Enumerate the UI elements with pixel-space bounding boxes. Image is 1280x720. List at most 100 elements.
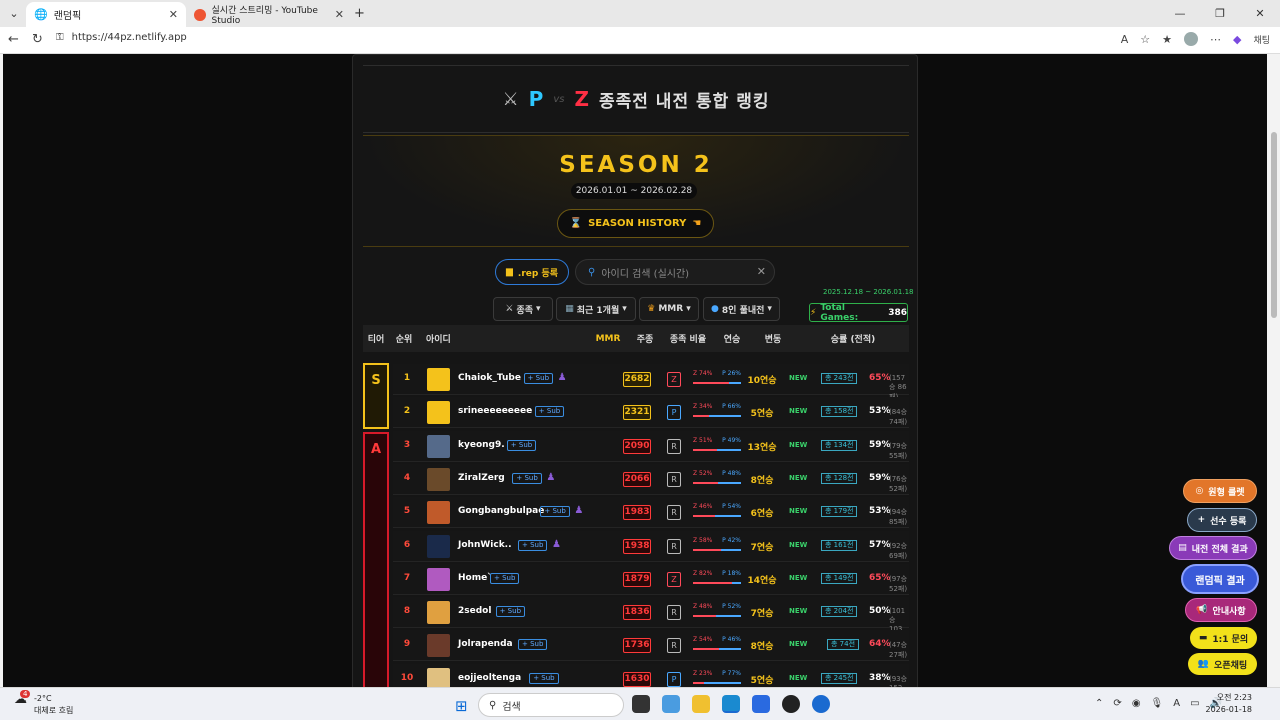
sub-badge[interactable]: + Sub [495, 606, 526, 618]
tab-youtube-studio[interactable]: 실시간 스트리밍 - YouTube Studio ✕ [186, 2, 352, 27]
filter-race[interactable]: ⚔ 종족 ▾ [493, 297, 553, 321]
player-name[interactable]: srineeeeeeeee [458, 406, 532, 416]
clock[interactable]: 오전 2:23 2026-01-18 [1206, 692, 1253, 716]
clear-search-icon[interactable]: ✕ [757, 265, 766, 278]
race-ratio: Z 54% P 46% [693, 636, 741, 651]
table-row[interactable]: 10 eojjeoltenga + Sub 1630 P Z 23% P 77% 5연승 NEW… [393, 663, 909, 687]
copilot-app-icon[interactable] [662, 695, 680, 713]
chevron-up-icon[interactable]: ⌃ [1095, 698, 1103, 709]
table-row[interactable]: 6 JohnWick.. + Sub ♟ 1938 R Z 58% P 42% 7연승 NEW 총 … [393, 530, 909, 562]
table-row[interactable]: 3 kyeong9. + Sub 2090 R Z 51% P 49% 13연승 NEW 총 13… [393, 430, 909, 462]
filter-mode[interactable]: ● 8인 풀내전 ▾ [703, 297, 780, 321]
filter-period[interactable]: ▦ 최근 1개월 ▾ [556, 297, 636, 321]
back-arrow-icon[interactable]: ← [8, 32, 19, 47]
player-name[interactable]: kyeong9. [458, 440, 505, 450]
page-scrollbar[interactable] [1267, 54, 1280, 687]
close-icon[interactable]: ✕ [335, 8, 344, 21]
windows-start-icon[interactable]: ⊞ [455, 697, 468, 715]
race-ratio: Z 46% P 54% [693, 503, 741, 518]
th-mmr[interactable]: MMR [593, 334, 623, 344]
close-window-icon[interactable]: ✕ [1240, 0, 1280, 27]
tray-app-icon[interactable]: ◉ [1132, 698, 1141, 709]
mmr-value: 1938 [623, 538, 651, 554]
sub-badge[interactable]: + Sub [540, 506, 570, 518]
sub-badge[interactable]: + Sub [518, 639, 548, 651]
player-name[interactable]: Jolrapenda [458, 639, 513, 649]
file-explorer-icon[interactable] [692, 695, 710, 713]
table-row[interactable]: 8 2sedol + Sub 1836 R Z 48% P 52% 7연승 NEW 총 204전 5… [393, 597, 909, 642]
race-ratio: Z 52% P 48% [693, 470, 741, 484]
minimize-icon[interactable]: — [1160, 0, 1200, 27]
sub-badge[interactable]: + Sub [529, 672, 559, 684]
rep-register-button[interactable]: ▆ .rep 등록 [495, 259, 569, 285]
target-icon: ◎ [1195, 486, 1204, 496]
store-icon[interactable] [752, 695, 770, 713]
table-row[interactable]: 1 Chaiok_Tube + Sub ♟ 2682 Z Z 74% P 26% 10연승 NEW… [393, 364, 909, 401]
sub-badge[interactable]: + Sub [534, 406, 565, 418]
task-view-icon[interactable] [632, 695, 650, 713]
sub-badge[interactable]: + Sub [523, 373, 554, 384]
player-register-button[interactable]: + 선수 등록 [1187, 508, 1257, 532]
messenger-icon[interactable] [812, 695, 830, 713]
edge-icon[interactable] [722, 695, 740, 713]
rank-change: NEW [789, 440, 808, 449]
filter-sort[interactable]: ♛ MMR ▾ [639, 297, 699, 321]
table-row[interactable]: 5 Gongbangbulpae + Sub ♟ 1983 R Z 46% P 54% 6연승 N… [393, 497, 909, 529]
weather-widget[interactable]: ☁ 4 -2°C 대체로 흐림 [14, 690, 73, 715]
season-history-button[interactable]: ⌛ SEASON HISTORY ☚ [557, 209, 714, 238]
scroll-thumb[interactable] [1271, 132, 1277, 318]
sub-badge[interactable]: + Sub [512, 472, 542, 484]
player-name[interactable]: Gongbangbulpae [458, 506, 544, 516]
mic-icon[interactable]: 🎙 [1151, 698, 1164, 709]
system-tray: ⌃ ⟳ ◉ 🎙 A ▭ 🔊 [1095, 698, 1222, 709]
sync-icon[interactable]: ⟳ [1113, 698, 1121, 709]
sub-badge[interactable]: + Sub [506, 439, 537, 451]
caret-down-icon: ▾ [622, 304, 627, 314]
all-results-button[interactable]: ▤ 내전 전체 결과 [1169, 536, 1257, 560]
search-input[interactable]: ⚲ 아이디 검색 (실시간) ✕ [575, 259, 775, 285]
sub-badge[interactable]: + Sub [518, 539, 548, 551]
win-loss: (76승 52패) [889, 474, 908, 493]
player-name[interactable]: JohnWick.. [458, 540, 512, 550]
player-name[interactable]: eojjeoltenga [458, 673, 521, 683]
win-streak: 8연승 [750, 642, 774, 653]
chat-label[interactable]: 채팅 [1253, 33, 1270, 46]
favorites-icon[interactable]: ★ [1162, 33, 1172, 46]
url-field[interactable]: ⚿ https://44pz.netlify.app [56, 32, 187, 43]
sub-badge[interactable]: + Sub [490, 572, 520, 584]
inquiry-button[interactable]: ▬ 1:1 문의 [1190, 627, 1257, 649]
table-row[interactable]: 7 Home` + Sub 1879 Z Z 82% P 18% 14연승 NEW 총 149전 6… [393, 563, 909, 595]
th-race: 주종 [636, 335, 654, 345]
read-aloud-icon[interactable]: A [1121, 33, 1129, 46]
profile-avatar-icon[interactable] [1183, 32, 1198, 46]
notice-button[interactable]: 📢 안내사항 [1185, 598, 1257, 622]
taskbar-search[interactable]: ⚲ 검색 [478, 693, 624, 717]
table-row[interactable]: 9 Jolrapenda + Sub 1736 R Z 54% P 46% 8연승 NEW 총 7… [393, 630, 909, 662]
player-name[interactable]: Home` [458, 573, 492, 583]
close-icon[interactable]: ✕ [169, 8, 178, 21]
player-name[interactable]: Chaiok_Tube [458, 373, 521, 383]
table-row[interactable]: 2 srineeeeeeeee + Sub 2321 P Z 34% P 66% 5연승 NEW… [393, 397, 909, 429]
tab-randompick[interactable]: 🌐 랜덤픽 ✕ [26, 2, 186, 27]
network-icon[interactable]: ▭ [1190, 698, 1199, 709]
tab-list-chevron-icon[interactable]: ⌄ [6, 6, 22, 22]
open-chat-button[interactable]: 👥 오픈채팅 [1188, 653, 1257, 675]
obs-icon[interactable] [782, 695, 800, 713]
site-info-icon[interactable]: ⚿ [56, 32, 64, 43]
more-menu-icon[interactable]: ⋯ [1210, 33, 1221, 46]
roulette-button[interactable]: ◎ 원형 룰렛 [1183, 479, 1257, 503]
caret-down-icon: ▾ [536, 304, 541, 314]
player-name[interactable]: ZiralZerg [458, 473, 505, 483]
copilot-icon[interactable]: ◆ [1233, 33, 1241, 46]
restore-icon[interactable]: ❐ [1200, 0, 1240, 27]
rank-number: 1 [403, 373, 411, 383]
player-name[interactable]: 2sedol [458, 606, 491, 616]
mmr-value: 1983 [623, 505, 651, 521]
ime-icon[interactable]: A [1173, 698, 1180, 709]
randompick-result-button[interactable]: 랜덤픽 결과 [1181, 564, 1259, 594]
rank-change: NEW [789, 507, 808, 516]
new-tab-plus-icon[interactable]: + [354, 6, 365, 21]
favorite-star-icon[interactable]: ☆ [1140, 33, 1150, 46]
refresh-icon[interactable]: ↻ [32, 32, 43, 47]
table-row[interactable]: 4 ZiralZerg + Sub ♟ 2066 R Z 52% P 48% 8연승 NEW 총 1… [393, 463, 909, 495]
